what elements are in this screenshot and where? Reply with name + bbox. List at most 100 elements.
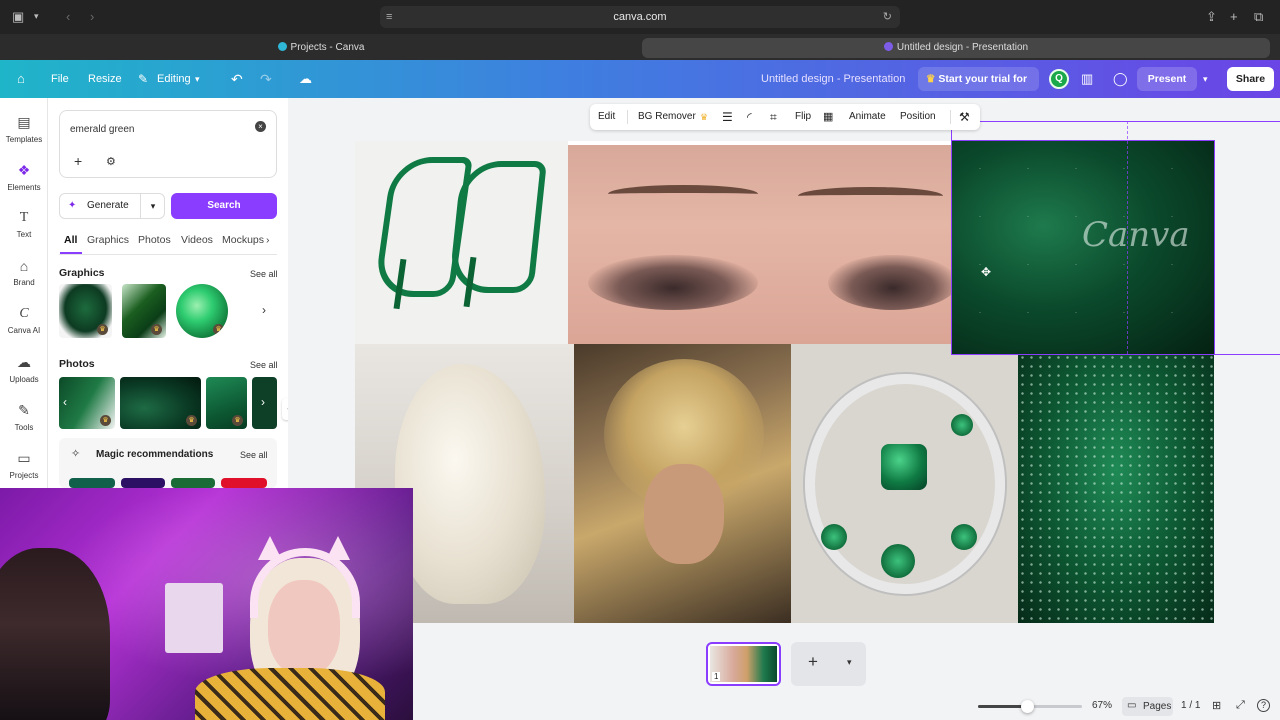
- tabs-divider: [59, 254, 277, 255]
- zoom-slider-handle[interactable]: [1021, 700, 1034, 713]
- graphic-thumbnail[interactable]: ♛: [122, 284, 166, 338]
- reader-icon[interactable]: ≡: [386, 6, 392, 28]
- corset-sparkle: [1018, 344, 1214, 623]
- chevron-right-icon[interactable]: ›: [262, 303, 266, 317]
- generate-button[interactable]: ✦ Generate ▾: [59, 193, 165, 219]
- projects-icon: ▭: [17, 450, 31, 466]
- present-options-chevron-icon[interactable]: ▾: [1203, 60, 1208, 98]
- graphic-thumbnail[interactable]: ♛: [176, 284, 228, 338]
- file-menu[interactable]: File: [51, 60, 69, 98]
- rail-elements[interactable]: ❖ Elements: [0, 162, 48, 192]
- analytics-icon[interactable]: ▥: [1081, 60, 1093, 98]
- magic-thumbnail[interactable]: [221, 478, 267, 488]
- home-icon[interactable]: ⌂: [17, 60, 25, 98]
- tab-videos[interactable]: Videos: [181, 234, 213, 246]
- share-button[interactable]: Share: [1227, 67, 1274, 91]
- magic-thumbnail[interactable]: [69, 478, 115, 488]
- rail-projects[interactable]: ▭ Projects: [0, 450, 48, 480]
- graphic-thumbnail[interactable]: ♛: [59, 284, 112, 338]
- filter-icon[interactable]: ⚙: [106, 155, 116, 168]
- border-style-icon[interactable]: ☰: [722, 104, 733, 130]
- page-thumbnail[interactable]: 1: [706, 642, 781, 686]
- photos-see-all-link[interactable]: See all: [250, 360, 278, 370]
- search-button[interactable]: Search: [171, 193, 277, 219]
- rail-templates[interactable]: ▤ Templates: [0, 114, 48, 144]
- bg-remover-button[interactable]: BG Remover: [638, 104, 696, 130]
- tab-graphics[interactable]: Graphics: [87, 234, 129, 246]
- photo-blonde-updo[interactable]: [574, 344, 791, 623]
- tab-all[interactable]: All: [64, 234, 77, 246]
- tab-photos[interactable]: Photos: [138, 234, 171, 246]
- rail-brand[interactable]: ⌂ Brand: [0, 258, 48, 287]
- reload-icon[interactable]: ↻: [883, 6, 892, 28]
- rail-canva-ai[interactable]: C Canva AI: [0, 306, 48, 335]
- add-page-button[interactable]: + ▾: [791, 642, 866, 686]
- crown-icon: ♛: [151, 324, 162, 335]
- photo-eye-makeup[interactable]: [568, 145, 952, 344]
- new-tab-icon[interactable]: +: [1230, 9, 1238, 24]
- rail-uploads[interactable]: ☁ Uploads: [0, 354, 48, 384]
- sidebar-toggle-icon[interactable]: ▣: [12, 9, 24, 25]
- photo-thumbnail[interactable]: ›: [252, 377, 277, 429]
- editing-mode-dropdown[interactable]: Editing: [157, 60, 191, 98]
- transparency-icon[interactable]: ▦: [823, 104, 833, 130]
- undo-icon[interactable]: ↶: [231, 60, 243, 98]
- crop-icon[interactable]: ⌗: [770, 104, 777, 130]
- clear-search-icon[interactable]: ×: [255, 121, 266, 132]
- start-trial-button[interactable]: ♛ Start your trial for $0: [918, 67, 1039, 109]
- photo-thumbnail[interactable]: ♛: [120, 377, 201, 429]
- add-icon: +: [808, 652, 818, 671]
- animate-button[interactable]: Animate: [849, 104, 886, 130]
- add-icon[interactable]: +: [74, 153, 82, 169]
- present-button[interactable]: Present: [1137, 67, 1197, 91]
- magic-see-all-link[interactable]: See all: [240, 450, 268, 460]
- address-bar[interactable]: ≡ canva.com ↻: [380, 6, 900, 28]
- rail-text[interactable]: T Text: [0, 210, 48, 239]
- search-input[interactable]: [70, 121, 240, 137]
- photo-thumbnail[interactable]: ‹ ♛: [59, 377, 115, 429]
- photo-thumbnail[interactable]: ♛: [206, 377, 247, 429]
- forward-icon[interactable]: ›: [90, 9, 94, 24]
- flip-button[interactable]: Flip: [795, 104, 811, 130]
- grid-view-icon[interactable]: ⊞: [1212, 699, 1221, 712]
- corner-rounding-icon[interactable]: ◜: [747, 104, 752, 130]
- avatar[interactable]: Q: [1049, 69, 1069, 89]
- fullscreen-icon[interactable]: ⤢: [1236, 699, 1245, 712]
- rail-tools[interactable]: ✎ Tools: [0, 402, 48, 432]
- chevron-down-icon[interactable]: ▾: [195, 60, 200, 98]
- chevron-left-icon[interactable]: ‹: [63, 395, 67, 409]
- tab-mockups[interactable]: Mockups: [222, 234, 264, 246]
- tools-icon: ✎: [18, 402, 30, 418]
- position-button[interactable]: Position: [900, 104, 936, 130]
- redo-icon[interactable]: ↷: [260, 60, 272, 98]
- comment-icon[interactable]: ◯: [1113, 60, 1128, 98]
- photo-jeweled-corset[interactable]: [1018, 344, 1214, 623]
- zoom-level[interactable]: 67%: [1092, 700, 1112, 711]
- chevron-down-icon[interactable]: ▾: [847, 657, 852, 668]
- magic-thumbnail[interactable]: [171, 478, 215, 488]
- back-icon[interactable]: ‹: [66, 9, 70, 24]
- help-icon[interactable]: ?: [1257, 699, 1270, 712]
- zoom-slider[interactable]: [978, 700, 1082, 713]
- tab-untitled-design[interactable]: Untitled design - Presentation: [642, 38, 1270, 58]
- chevron-down-icon[interactable]: ▾: [34, 11, 39, 22]
- cloud-save-icon[interactable]: ☁: [299, 60, 312, 98]
- copy-style-icon[interactable]: ⚒: [959, 104, 970, 130]
- resize-button[interactable]: Resize: [88, 60, 122, 98]
- tab-overview-icon[interactable]: ⧉: [1254, 9, 1263, 25]
- magic-thumbnail[interactable]: [121, 478, 165, 488]
- chevron-right-icon[interactable]: ›: [261, 395, 265, 409]
- chevron-right-icon[interactable]: ›: [266, 234, 270, 246]
- photo-green-heels[interactable]: [355, 141, 568, 344]
- edit-button[interactable]: Edit: [598, 104, 615, 130]
- photo-emerald-necklace[interactable]: [791, 344, 1018, 623]
- document-title[interactable]: Untitled design - Presentation: [761, 60, 905, 98]
- share-icon[interactable]: ⇪: [1206, 9, 1217, 25]
- chevron-down-icon[interactable]: ▾: [140, 194, 165, 218]
- pages-button[interactable]: ▭ Pages: [1122, 697, 1173, 716]
- graphics-see-all-link[interactable]: See all: [250, 269, 278, 279]
- canva-favicon-icon: [883, 42, 893, 51]
- tab-projects[interactable]: Projects - Canva: [4, 38, 638, 58]
- wig-shape: [395, 364, 545, 604]
- brow-shape: [608, 185, 758, 203]
